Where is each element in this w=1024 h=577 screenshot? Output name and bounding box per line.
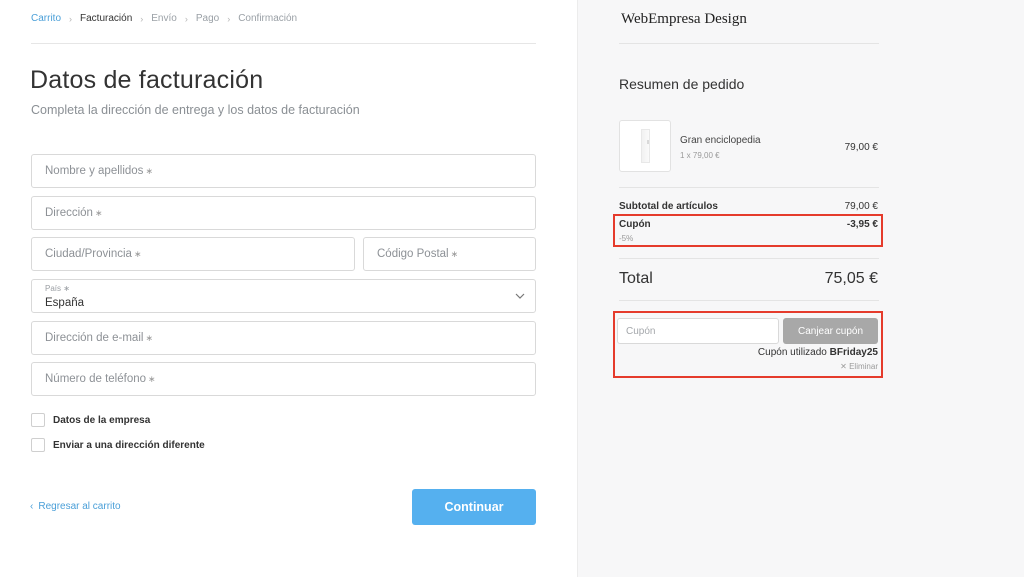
chevron-right-icon: › — [184, 13, 188, 24]
summary-title: Resumen de pedido — [619, 76, 745, 92]
postal-code-field[interactable]: Código Postal ∗ — [363, 237, 536, 271]
postal-code-placeholder: Código Postal ∗ — [377, 248, 459, 260]
chevron-right-icon: › — [227, 13, 231, 24]
company-data-option[interactable]: Datos de la empresa — [31, 413, 150, 427]
chevron-right-icon: › — [69, 13, 73, 24]
chevron-down-icon — [515, 293, 525, 299]
name-placeholder: Nombre y apellidos ∗ — [45, 165, 153, 177]
city-placeholder: Ciudad/Provincia ∗ — [45, 248, 142, 260]
phone-field[interactable]: Número de teléfono ∗ — [31, 362, 536, 396]
total-value: 75,05 € — [824, 270, 878, 287]
divider — [619, 258, 879, 259]
address-placeholder: Dirección ∗ — [45, 207, 103, 219]
email-field[interactable]: Dirección de e-mail ∗ — [31, 321, 536, 355]
product-thumbnail — [619, 120, 671, 172]
country-label: País ∗ — [45, 284, 70, 293]
address-field[interactable]: Dirección ∗ — [31, 196, 536, 230]
chevron-left-icon: ‹ — [30, 501, 34, 512]
breadcrumb-billing: Facturación — [80, 13, 133, 24]
breadcrumb-shipping: Envío — [151, 13, 177, 24]
coupon-highlight-box — [613, 214, 883, 247]
divider — [619, 187, 879, 188]
breadcrumb: Carrito › Facturación › Envío › Pago › C… — [31, 13, 297, 24]
chevron-right-icon: › — [140, 13, 144, 24]
subtotal-value: 79,00 € — [844, 201, 878, 212]
product-quantity: 1 x 79,00 € — [680, 151, 720, 160]
page-subtitle: Completa la dirección de entrega y los d… — [31, 103, 360, 117]
continue-button[interactable]: Continuar — [412, 489, 536, 525]
divider — [31, 43, 536, 44]
country-value: España — [45, 297, 85, 309]
breadcrumb-cart[interactable]: Carrito — [31, 13, 61, 24]
store-name: WebEmpresa Design — [621, 11, 747, 27]
name-field[interactable]: Nombre y apellidos ∗ — [31, 154, 536, 188]
product-price: 79,00 € — [844, 142, 878, 153]
different-address-checkbox[interactable] — [31, 438, 45, 452]
breadcrumb-confirmation: Confirmación — [238, 13, 298, 24]
product-name: Gran enciclopedia — [680, 135, 761, 146]
page-title: Datos de facturación — [30, 66, 264, 94]
email-placeholder: Dirección de e-mail ∗ — [45, 332, 153, 344]
city-field[interactable]: Ciudad/Provincia ∗ — [31, 237, 355, 271]
breadcrumb-payment: Pago — [195, 13, 220, 24]
total-label: Total — [619, 270, 653, 287]
divider — [619, 43, 879, 44]
different-address-option[interactable]: Enviar a una dirección diferente — [31, 438, 205, 452]
phone-placeholder: Número de teléfono ∗ — [45, 373, 156, 385]
company-data-checkbox[interactable] — [31, 413, 45, 427]
country-select[interactable]: País ∗ España — [31, 279, 536, 313]
back-to-cart-link[interactable]: ‹ Regresar al carrito — [30, 501, 121, 512]
divider — [619, 300, 879, 301]
coupon-form-highlight-box — [613, 311, 883, 378]
subtotal-label: Subtotal de artículos — [619, 201, 718, 212]
company-data-label: Datos de la empresa — [53, 414, 151, 426]
book-image — [641, 129, 650, 163]
different-address-label: Enviar a una dirección diferente — [53, 439, 205, 451]
back-to-cart-label: Regresar al carrito — [38, 501, 121, 512]
